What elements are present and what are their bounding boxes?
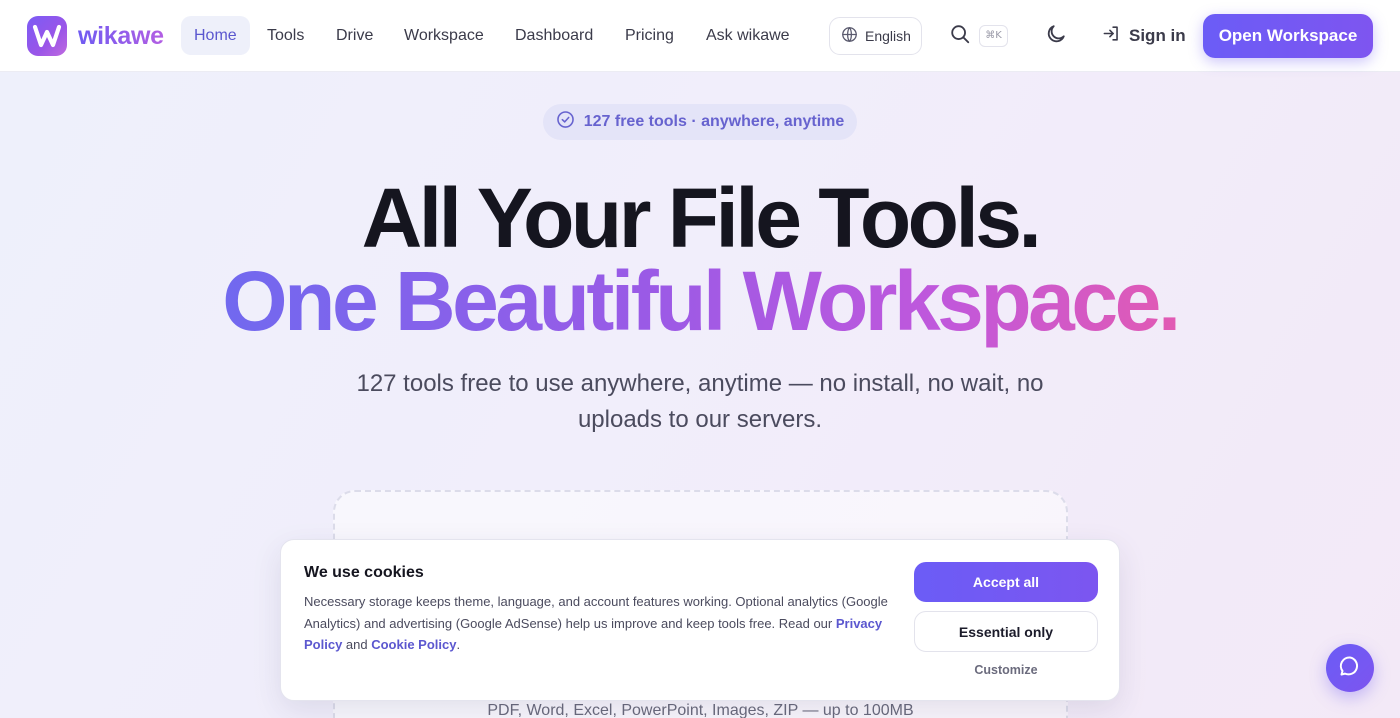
chat-button[interactable] [1326,644,1374,692]
hero-subtitle: 127 tools free to use anywhere, anytime … [356,370,1044,433]
nav-drive[interactable]: Drive [323,16,386,55]
hero-headline-line2: One Beautiful Workspace. [0,253,1400,349]
hero-headline-line2-text: One Beautiful Workspace. [222,254,1181,348]
cookie-text: Necessary storage keeps theme, language,… [304,591,904,656]
cookie-banner: We use cookies Necessary storage keeps t… [280,539,1120,701]
open-workspace-button[interactable]: Open Workspace [1203,14,1373,58]
cookie-text-period: . [456,637,461,652]
nav-pricing[interactable]: Pricing [612,16,687,55]
theme-toggle[interactable] [1042,22,1070,50]
hero-badge: 127 free tools · anywhere, anytime [543,104,857,140]
nav-tools[interactable]: Tools [254,16,317,55]
sign-in-icon [1102,24,1121,48]
logo-icon[interactable] [27,16,67,56]
cookie-title: We use cookies [304,564,424,581]
dropzone-hint: PDF, Word, Excel, PowerPoint, Images, ZI… [487,702,914,718]
globe-icon [841,26,858,46]
nav-ask-wikawe[interactable]: Ask wikawe [693,16,803,55]
sign-in-label: Sign in [1129,26,1186,45]
cookie-policy-link[interactable]: Cookie Policy [371,637,456,652]
moon-icon [1045,23,1067,50]
language-selector[interactable]: English [829,17,922,55]
accept-all-button[interactable]: Accept all [914,562,1098,602]
hero-badge-text: 127 free tools · anywhere, anytime [583,113,845,130]
sign-in-button[interactable]: Sign in [1102,17,1186,55]
chat-bubble-icon [1338,654,1362,683]
hero-headline-line1: All Your File Tools. [361,171,1042,265]
nav-home[interactable]: Home [181,16,250,55]
customize-button[interactable]: Customize [914,660,1098,680]
language-label: English [865,28,911,44]
cookie-text-and: and [342,637,372,652]
essential-only-button[interactable]: Essential only [914,611,1098,652]
top-navbar: wikawe Home Tools Drive Workspace Dashbo… [0,0,1400,72]
cookie-text-body: Necessary storage keeps theme, language,… [304,594,888,631]
nav-dashboard[interactable]: Dashboard [502,16,606,55]
search-button[interactable] [946,22,974,50]
search-icon [949,23,971,50]
check-circle-icon [556,110,575,134]
nav-workspace[interactable]: Workspace [391,16,497,55]
search-shortcut-badge: ⌘K [979,25,1008,47]
brand-name[interactable]: wikawe [78,18,164,54]
